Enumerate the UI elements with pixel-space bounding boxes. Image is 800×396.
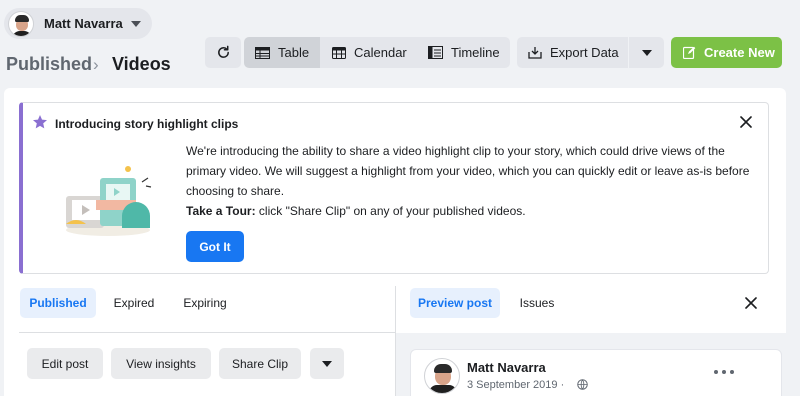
tab-preview-post[interactable]: Preview post — [410, 288, 500, 318]
refresh-button[interactable] — [205, 37, 241, 68]
timeline-view-button[interactable]: Timeline — [416, 37, 510, 68]
share-clip-button[interactable]: Share Clip — [219, 348, 301, 379]
refresh-icon — [217, 45, 229, 58]
breadcrumb-parent[interactable]: Published — [6, 54, 92, 75]
account-name: Matt Navarra — [44, 16, 123, 31]
globe-icon — [577, 379, 588, 390]
caret-down-icon — [641, 49, 652, 56]
view-insights-button[interactable]: View insights — [111, 348, 211, 379]
avatar — [424, 358, 460, 394]
banner-tour-text: Take a Tour: click "Share Clip" on any o… — [186, 204, 526, 218]
close-icon — [740, 116, 752, 128]
dot-icon — [714, 370, 718, 374]
create-new-button[interactable]: Create New — [671, 37, 782, 68]
close-preview-button[interactable] — [742, 294, 760, 312]
close-icon — [745, 297, 757, 309]
caret-down-icon — [322, 360, 332, 367]
post-date: 3 September 2019 · — [467, 379, 565, 391]
compose-icon — [683, 46, 696, 59]
export-data-label: Export Data — [550, 45, 619, 60]
dot-icon — [722, 370, 726, 374]
export-data-button[interactable]: Export Data — [517, 37, 628, 68]
star-icon — [33, 115, 47, 129]
tab-issues[interactable]: Issues — [510, 288, 564, 318]
export-options-button[interactable] — [629, 37, 664, 68]
tab-expired[interactable]: Expired — [104, 288, 164, 318]
avatar — [8, 10, 34, 37]
calendar-icon — [332, 47, 346, 59]
calendar-view-button[interactable]: Calendar — [320, 37, 416, 68]
tour-instruction: click "Share Clip" on any of your publis… — [255, 204, 526, 218]
dot-icon — [730, 370, 734, 374]
create-new-label: Create New — [704, 45, 775, 60]
timeline-view-label: Timeline — [451, 45, 500, 60]
table-icon — [255, 46, 270, 59]
got-it-button[interactable]: Got It — [186, 231, 244, 262]
banner-description: We're introducing the ability to share a… — [186, 144, 750, 198]
tab-expiring[interactable]: Expiring — [172, 288, 238, 318]
caret-down-icon — [130, 20, 141, 27]
tab-published[interactable]: Published — [20, 288, 96, 318]
table-view-label: Table — [278, 45, 310, 60]
table-view-button[interactable]: Table — [244, 37, 320, 68]
chevron-right-icon: › — [93, 55, 99, 74]
divider — [19, 332, 395, 333]
page-title: Videos — [112, 54, 171, 74]
close-banner-button[interactable] — [737, 113, 755, 131]
timeline-icon — [428, 46, 443, 59]
tour-label: Take a Tour: — [186, 204, 256, 218]
story-highlight-illustration — [66, 166, 152, 236]
export-icon — [528, 47, 542, 59]
post-options-button[interactable] — [714, 366, 734, 378]
calendar-view-label: Calendar — [354, 45, 407, 60]
banner-title: Introducing story highlight clips — [55, 117, 239, 131]
account-switcher[interactable]: Matt Navarra — [4, 8, 152, 39]
post-author[interactable]: Matt Navarra — [467, 360, 546, 375]
edit-post-button[interactable]: Edit post — [27, 348, 103, 379]
more-actions-button[interactable] — [310, 348, 344, 379]
